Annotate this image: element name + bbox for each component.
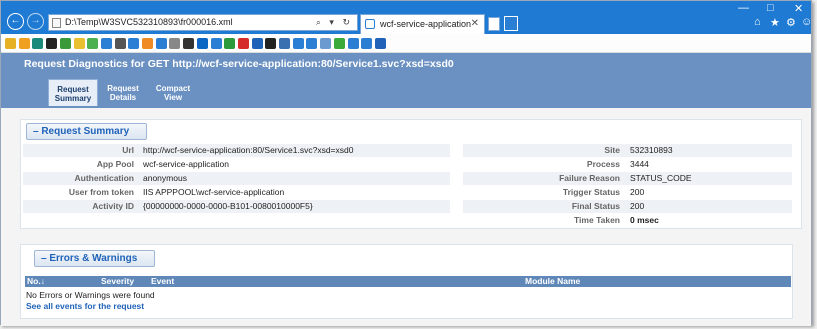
- browser-window: ← → D:\Temp\W3SVC532310893\fr000016.xml …: [0, 0, 812, 326]
- telescope-icon[interactable]: [183, 38, 195, 49]
- app-pool-value: wcf-service-application: [143, 159, 229, 169]
- user-token-label: User from token: [68, 187, 134, 197]
- page-title: Request Diagnostics for GET http://wcf-s…: [24, 58, 454, 70]
- content-area: – Request Summary Url http://wcf-service…: [1, 108, 811, 326]
- star-feed-icon[interactable]: [18, 38, 30, 49]
- tab-close-icon[interactable]: ✕: [471, 18, 479, 29]
- stamp-icon[interactable]: [169, 38, 181, 49]
- see-all-events-link[interactable]: See all events for the request: [26, 301, 144, 311]
- address-tools[interactable]: ⌕ ▾ ↻: [316, 17, 353, 28]
- grid-icon[interactable]: [224, 38, 236, 49]
- time-taken-value: 0 msec: [630, 215, 659, 225]
- smiley-icon[interactable]: ☺: [801, 16, 812, 28]
- failure-reason-value: STATUS_CODE: [630, 173, 692, 183]
- time-taken-label: Time Taken: [574, 215, 620, 225]
- back-button[interactable]: ←: [7, 13, 24, 30]
- bing-icon[interactable]: [32, 38, 44, 49]
- linkedin-icon[interactable]: [196, 38, 208, 49]
- trigger-status-label: Trigger Status: [562, 187, 620, 197]
- bulb-icon[interactable]: [73, 38, 85, 49]
- tab-compact-view[interactable]: Compact View: [148, 79, 198, 106]
- ms-icon[interactable]: [374, 38, 386, 49]
- col-no[interactable]: No.↓: [27, 276, 45, 287]
- maximize-icon[interactable]: □: [767, 2, 774, 14]
- request-summary-header[interactable]: – Request Summary: [26, 123, 147, 140]
- page-header: Request Diagnostics for GET http://wcf-s…: [1, 53, 811, 108]
- d-icon[interactable]: [155, 38, 167, 49]
- col-severity[interactable]: Severity: [101, 276, 134, 287]
- vs-icon[interactable]: [292, 38, 304, 49]
- activity-id-label: Activity ID: [92, 201, 134, 211]
- m-icon[interactable]: [46, 38, 58, 49]
- final-status-label: Final Status: [571, 201, 620, 211]
- tab-request-details[interactable]: Request Details: [98, 79, 148, 106]
- trigger-status-value: 200: [630, 187, 645, 197]
- green-icon[interactable]: [333, 38, 345, 49]
- page-icon[interactable]: [279, 38, 290, 49]
- doc-icon[interactable]: [210, 38, 222, 49]
- home-icon[interactable]: ⌂: [754, 16, 761, 28]
- dw-icon[interactable]: [251, 38, 263, 49]
- browser-chrome: ← → D:\Temp\W3SVC532310893\fr000016.xml …: [1, 1, 812, 34]
- page3-icon[interactable]: [347, 38, 359, 49]
- failure-reason-label: Failure Reason: [559, 173, 620, 183]
- tree-icon[interactable]: [59, 38, 71, 49]
- ie-icon: [365, 19, 375, 29]
- address-bar[interactable]: D:\Temp\W3SVC532310893\fr000016.xml ⌕ ▾ …: [48, 14, 358, 31]
- site-label: Site: [604, 145, 620, 155]
- windows-icon[interactable]: [361, 38, 373, 49]
- errors-warnings-panel: – Errors & Warnings No.↓ Severity Event …: [20, 244, 793, 319]
- activity-id-value: {00000000-0000-0000-B101-0080010000F5}: [143, 201, 313, 211]
- new-tab-button[interactable]: [488, 17, 500, 31]
- app-pool-label: App Pool: [96, 159, 134, 169]
- shared-icon[interactable]: [100, 38, 112, 49]
- authentication-value: anonymous: [143, 173, 187, 183]
- request-summary-panel: – Request Summary Url http://wcf-service…: [20, 119, 802, 229]
- errors-table-header: No.↓ Severity Event Module Name: [25, 276, 791, 287]
- col-event[interactable]: Event: [151, 276, 174, 287]
- settings-gear-icon[interactable]: ⚙: [786, 16, 796, 29]
- col-module-name[interactable]: Module Name: [525, 276, 580, 287]
- url-label: Url: [122, 145, 134, 155]
- final-status-value: 200: [630, 201, 645, 211]
- w-icon[interactable]: [306, 38, 318, 49]
- leaf-icon[interactable]: [87, 38, 99, 49]
- no-errors-message: No Errors or Warnings were found: [26, 290, 155, 300]
- url-value: http://wcf-service-application:80/Servic…: [143, 145, 354, 155]
- favorites-bar: [1, 34, 811, 53]
- address-text: D:\Temp\W3SVC532310893\fr000016.xml: [65, 17, 233, 27]
- youtube-icon[interactable]: [237, 38, 249, 49]
- user-token-value: IIS APPPOOL\wcf-service-application: [143, 187, 285, 197]
- authentication-label: Authentication: [74, 173, 135, 183]
- github-icon[interactable]: [265, 38, 277, 49]
- favorites-star-icon[interactable]: ★: [770, 16, 780, 29]
- link-icon[interactable]: [128, 38, 140, 49]
- page-icon: [52, 18, 61, 28]
- edge-icon[interactable]: [504, 16, 518, 31]
- minimize-icon[interactable]: —: [738, 2, 749, 14]
- site-value: 532310893: [630, 145, 673, 155]
- tab-active[interactable]: wcf-service-application ✕: [360, 14, 485, 34]
- errors-warnings-header[interactable]: – Errors & Warnings: [34, 250, 155, 267]
- tab-title: wcf-service-application: [380, 19, 472, 29]
- chart-icon[interactable]: [114, 38, 126, 49]
- process-value: 3444: [630, 159, 649, 169]
- page2-icon[interactable]: [320, 38, 332, 49]
- process-label: Process: [586, 159, 620, 169]
- forward-button[interactable]: →: [27, 13, 44, 30]
- close-window-icon[interactable]: ✕: [794, 2, 803, 15]
- star-add-icon[interactable]: [5, 38, 16, 49]
- sun-icon[interactable]: [142, 38, 153, 49]
- tab-request-summary[interactable]: Request Summary: [48, 79, 98, 106]
